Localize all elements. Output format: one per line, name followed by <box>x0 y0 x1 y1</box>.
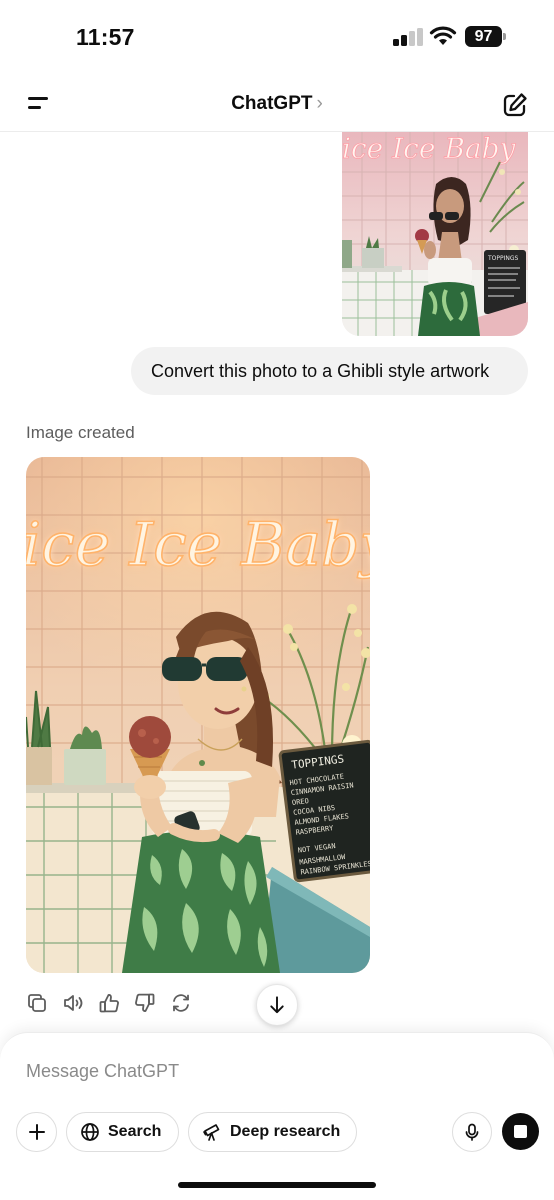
svg-text:ice Ice Baby: ice Ice Baby <box>342 132 517 165</box>
chevron-right-icon: › <box>316 93 323 114</box>
thumbs-up-icon <box>99 994 119 1013</box>
generated-ghibli-image[interactable]: ice Ice Baby TOPPINGS HOT CHOCOLATE CINN… <box>26 457 370 973</box>
status-time: 11:57 <box>76 24 135 50</box>
home-indicator[interactable] <box>178 1182 376 1188</box>
read-aloud-button[interactable] <box>62 992 84 1014</box>
neon-sign-text: ice Ice Baby <box>26 510 370 580</box>
deep-research-label: Deep research <box>230 1123 341 1140</box>
battery-level: 97 <box>465 26 502 47</box>
stop-generating-button[interactable] <box>502 1113 539 1150</box>
attach-button[interactable] <box>16 1112 57 1152</box>
toppings-board: TOPPINGS HOT CHOCOLATE CINNAMON RAISIN O… <box>278 739 370 883</box>
status-bar: 11:57 97 <box>0 0 554 74</box>
page-title: ChatGPT <box>231 93 313 114</box>
regenerate-icon <box>173 994 189 1012</box>
stop-icon <box>514 1125 527 1138</box>
new-chat-icon <box>503 93 527 117</box>
cellular-signal-icon <box>393 28 423 46</box>
read-aloud-icon <box>64 995 83 1011</box>
app-header: ChatGPT › <box>0 74 554 132</box>
copy-icon <box>28 994 46 1012</box>
thumbs-down-button[interactable] <box>134 992 156 1014</box>
new-chat-button[interactable] <box>500 90 530 120</box>
svg-text:TOPPINGS: TOPPINGS <box>487 255 519 262</box>
thumbs-down-icon <box>135 993 155 1012</box>
globe-icon <box>81 1123 99 1141</box>
microphone-icon <box>465 1123 479 1141</box>
thumbs-up-button[interactable] <box>98 992 120 1014</box>
search-button-label: Search <box>108 1123 162 1140</box>
image-created-label: Image created <box>26 423 135 442</box>
copy-button[interactable] <box>26 992 48 1014</box>
telescope-icon <box>203 1124 220 1141</box>
regenerate-button[interactable] <box>170 992 192 1014</box>
deep-research-button[interactable]: Deep research <box>188 1112 357 1152</box>
voice-input-button[interactable] <box>452 1112 492 1152</box>
uploaded-photo[interactable]: ice Ice Baby TOPPINGS <box>342 132 528 336</box>
scroll-down-button[interactable] <box>256 984 298 1026</box>
model-selector[interactable]: ChatGPT › <box>0 93 554 115</box>
message-input[interactable] <box>26 1059 506 1083</box>
arrow-down-icon <box>270 996 284 1014</box>
search-button[interactable]: Search <box>66 1112 179 1152</box>
user-message-bubble: Convert this photo to a Ghibli style art… <box>131 347 528 395</box>
wifi-icon <box>429 26 457 45</box>
message-composer: Search Deep research <box>0 1032 554 1200</box>
battery-icon: 97 <box>465 26 507 47</box>
plus-icon <box>28 1124 45 1140</box>
